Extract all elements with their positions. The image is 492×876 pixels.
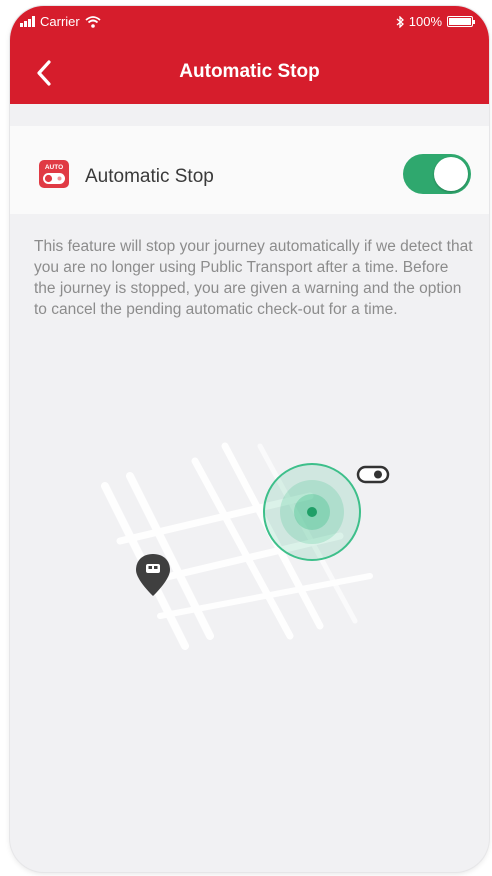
automatic-stop-setting-row: AUTO Automatic Stop	[10, 126, 489, 214]
automatic-stop-toggle[interactable]	[403, 154, 471, 194]
stop-pin-icon	[136, 554, 170, 596]
status-bar: Carrier 100%	[10, 6, 489, 34]
wifi-icon	[85, 15, 101, 28]
current-location-marker	[263, 463, 361, 561]
auto-stop-icon: AUTO	[39, 160, 69, 188]
phone-screen: Carrier 100% Automatic Stop AUTO Automat…	[10, 6, 489, 872]
battery-icon	[447, 16, 475, 27]
page-title: Automatic Stop	[179, 61, 320, 82]
automatic-stop-label: Automatic Stop	[85, 166, 214, 187]
feature-description: This feature will stop your journey auto…	[34, 238, 473, 318]
toggle-badge-icon	[356, 465, 390, 484]
signal-icon	[20, 16, 35, 27]
app-header: Carrier 100% Automatic Stop	[10, 6, 489, 104]
status-right: 100%	[396, 14, 475, 29]
status-left: Carrier	[20, 14, 101, 29]
map-illustration	[101, 442, 390, 650]
toggle-knob	[434, 157, 468, 191]
carrier-name: Carrier	[40, 14, 80, 29]
bluetooth-icon	[396, 15, 404, 28]
auto-icon-text: AUTO	[45, 164, 63, 171]
navigation-bar: Automatic Stop	[10, 50, 489, 94]
battery-percent: 100%	[408, 14, 442, 29]
